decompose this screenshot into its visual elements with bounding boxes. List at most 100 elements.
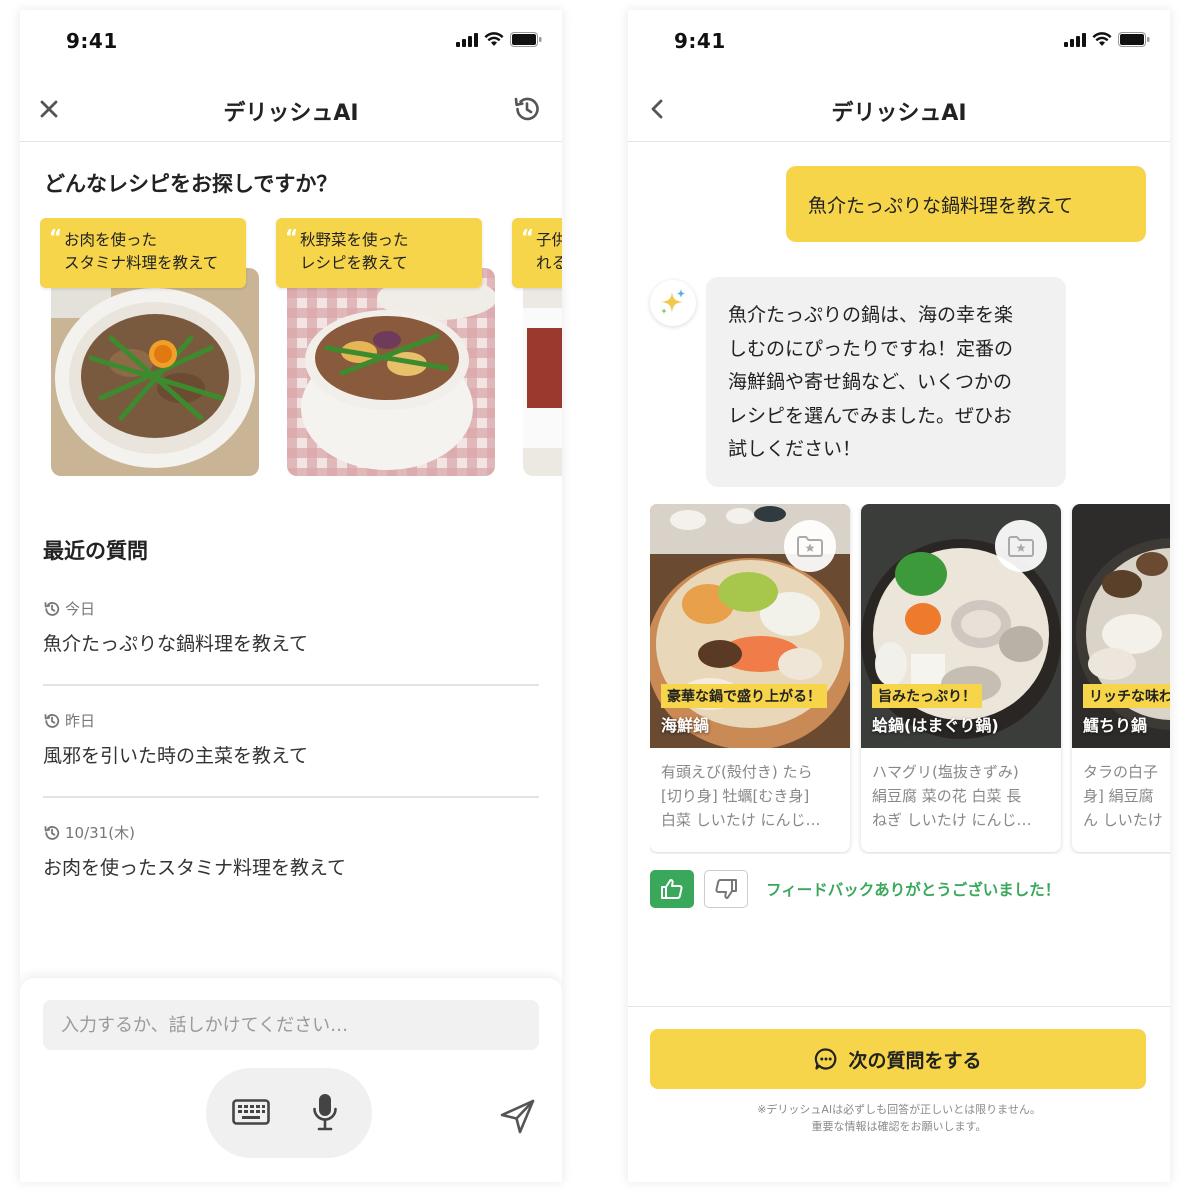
suggestion-line1: 子供: [536, 231, 562, 249]
ingredient-line: [切り身] 牡蠣[むき身]: [661, 787, 810, 805]
history-icon: [44, 825, 60, 840]
next-question-label: 次の質問をする: [848, 1049, 982, 1072]
wifi-icon: [484, 32, 504, 46]
ai-message-line: 試しください！: [728, 438, 862, 460]
recent-question-item[interactable]: 10/31(木) お肉を使ったスタミナ料理を教えて: [43, 822, 539, 880]
microphone-icon: [313, 1094, 337, 1131]
send-button[interactable]: [498, 1096, 538, 1136]
recent-question-item[interactable]: 昨日 風邪を引いた時の主菜を教えて: [43, 710, 539, 768]
message-input[interactable]: [43, 1000, 539, 1050]
save-recipe-button[interactable]: [995, 520, 1047, 572]
recipe-card[interactable]: 旨みたっぷり！ 蛤鍋(はまぐり鍋) ハマグリ(塩抜きずみ) 絹豆腐 菜の花 白菜…: [861, 504, 1061, 852]
divider: [43, 684, 539, 686]
quote-icon: “: [285, 225, 299, 249]
ai-message-line: 魚介たっぷりの鍋は、海の幸を楽: [728, 304, 1014, 326]
history-icon: [44, 601, 60, 616]
thumbs-up-icon: [661, 879, 683, 899]
disclaimer-line2: 重要な情報は確認をお願いします。: [811, 1120, 987, 1133]
battery-icon: [510, 32, 542, 47]
divider: [43, 796, 539, 798]
suggestion-card[interactable]: “ 子供 れる: [512, 218, 562, 478]
microphone-button[interactable]: [312, 1092, 338, 1136]
ai-message-line: レシピを選んでみました。ぜひお: [728, 404, 1013, 427]
chat-bubble-icon: [815, 1048, 837, 1070]
search-prompt-heading: どんなレシピをお探しですか？: [44, 172, 338, 196]
ai-message-line: 海鮮鍋や寄せ鍋など、いくつかの: [728, 371, 1013, 393]
thumbs-down-icon: [715, 879, 737, 899]
recent-questions-heading: 最近の質問: [43, 539, 148, 563]
ingredient-line: ハマグリ(塩抜きずみ): [872, 763, 1019, 781]
folder-star-icon: [1008, 536, 1034, 557]
ingredient-line: ねぎ しいたけ にんじ…: [872, 811, 1032, 829]
home-screen: 9:41 デリッシュAI どんなレシピをお探しですか？ “ お肉を使った スタミ…: [20, 10, 562, 1182]
quote-icon: “: [49, 225, 63, 249]
suggestion-line2: レシピを教えて: [300, 254, 408, 272]
recent-question-item[interactable]: 今日 魚介たっぷりな鍋料理を教えて: [43, 598, 539, 656]
recipe-name: 海鮮鍋: [661, 716, 710, 735]
recipe-card[interactable]: リッチな味わ 鱈ちり鍋 タラの白子 身] 絹豆腐 ん しいたけ: [1072, 504, 1170, 852]
suggestion-card[interactable]: “ 秋野菜を使った レシピを教えて: [276, 218, 495, 478]
thumbs-down-button[interactable]: [704, 870, 748, 908]
suggestion-line2: スタミナ料理を教えて: [64, 254, 219, 272]
recent-question-text: 風邪を引いた時の主菜を教えて: [43, 745, 309, 767]
thumbs-up-button[interactable]: [650, 870, 694, 908]
input-mode-toggle: [206, 1068, 372, 1158]
recent-date-label: 10/31(木): [65, 824, 135, 842]
history-button[interactable]: [512, 94, 542, 124]
recipe-photo: リッチな味わ 鱈ちり鍋: [1072, 504, 1170, 748]
recent-date: 昨日: [43, 710, 539, 731]
history-icon: [514, 97, 539, 121]
ingredient-line: 有頭えび(殻付き) たら: [661, 763, 813, 781]
recent-date-label: 今日: [65, 600, 96, 618]
disclaimer-line1: ※デリッシュAIは必ずしも回答が正しいとは限りません。: [757, 1103, 1041, 1116]
recent-date: 10/31(木): [43, 822, 539, 843]
ingredient-line: ん しいたけ: [1083, 811, 1163, 829]
recent-date: 今日: [43, 598, 539, 619]
chat-screen: 9:41 デリッシュAI 魚介たっぷりな鍋料理を教えて 魚介たっぷりの鍋は、海の…: [628, 10, 1170, 1182]
next-question-button[interactable]: 次の質問をする: [650, 1029, 1146, 1089]
recipe-card[interactable]: 豪華な鍋で盛り上がる！ 海鮮鍋 有頭えび(殻付き) たら [切り身] 牡蠣[むき…: [650, 504, 850, 852]
recipe-ingredients: ハマグリ(塩抜きずみ) 絹豆腐 菜の花 白菜 長 ねぎ しいたけ にんじ…: [861, 748, 1061, 848]
bottom-bar: 次の質問をする ※デリッシュAIは必ずしも回答が正しいとは限りません。 重要な情…: [628, 1006, 1170, 1182]
suggestion-bubble: “ 子供 れる: [512, 218, 562, 288]
suggestion-card[interactable]: “ お肉を使った スタミナ料理を教えて: [40, 218, 259, 478]
suggestion-photo: [287, 268, 495, 476]
keyboard-icon: [232, 1099, 270, 1125]
recent-date-label: 昨日: [65, 712, 96, 730]
status-icons: [456, 32, 542, 47]
recipe-carousel[interactable]: 豪華な鍋で盛り上がる！ 海鮮鍋 有頭えび(殻付き) たら [切り身] 牡蠣[むき…: [650, 504, 1170, 854]
recipe-name: 蛤鍋(はまぐり鍋): [872, 716, 999, 735]
feedback-thanks-text: フィードバックありがとうございました！: [766, 881, 1061, 899]
recent-question-text: 魚介たっぷりな鍋料理を教えて: [43, 633, 309, 655]
recipe-name: 鱈ちり鍋: [1083, 716, 1148, 735]
nav-bar: デリッシュAI: [20, 72, 562, 142]
recipe-photo: 豪華な鍋で盛り上がる！ 海鮮鍋: [650, 504, 850, 748]
battery-icon: [1118, 32, 1150, 47]
suggestion-line1: 秋野菜を使った: [300, 231, 409, 249]
signal-icon: [456, 32, 478, 47]
status-icons: [1064, 32, 1150, 47]
wifi-icon: [1092, 32, 1112, 46]
user-message-bubble: 魚介たっぷりな鍋料理を教えて: [786, 166, 1146, 242]
suggestion-line1: お肉を使った: [64, 231, 158, 249]
page-title: デリッシュAI: [831, 101, 967, 126]
status-bar: 9:41: [628, 10, 1170, 70]
suggestion-bubble: “ お肉を使った スタミナ料理を教えて: [40, 218, 246, 288]
sparkle-icon: [661, 289, 685, 314]
save-recipe-button[interactable]: [784, 520, 836, 572]
feedback-row: フィードバックありがとうございました！: [650, 870, 1060, 908]
suggestion-bubble: “ 秋野菜を使った レシピを教えて: [276, 218, 482, 288]
ingredient-line: 絹豆腐 菜の花 白菜 長: [872, 787, 1022, 805]
ai-message-line: しむのにぴったりですね！定番の: [728, 337, 1014, 360]
signal-icon: [1064, 32, 1086, 47]
folder-star-icon: [797, 536, 823, 557]
ingredient-line: タラの白子: [1083, 763, 1159, 781]
status-bar: 9:41: [20, 10, 562, 70]
suggestion-carousel[interactable]: “ お肉を使った スタミナ料理を教えて “ 秋野菜を使った レシピを教えて “ …: [40, 218, 562, 490]
ai-avatar: [650, 280, 696, 326]
status-time: 9:41: [66, 29, 118, 53]
recent-question-text: お肉を使ったスタミナ料理を教えて: [43, 857, 347, 879]
keyboard-button[interactable]: [232, 1099, 270, 1129]
suggestion-photo: [51, 268, 259, 476]
recipe-ingredients: タラの白子 身] 絹豆腐 ん しいたけ: [1072, 748, 1170, 848]
